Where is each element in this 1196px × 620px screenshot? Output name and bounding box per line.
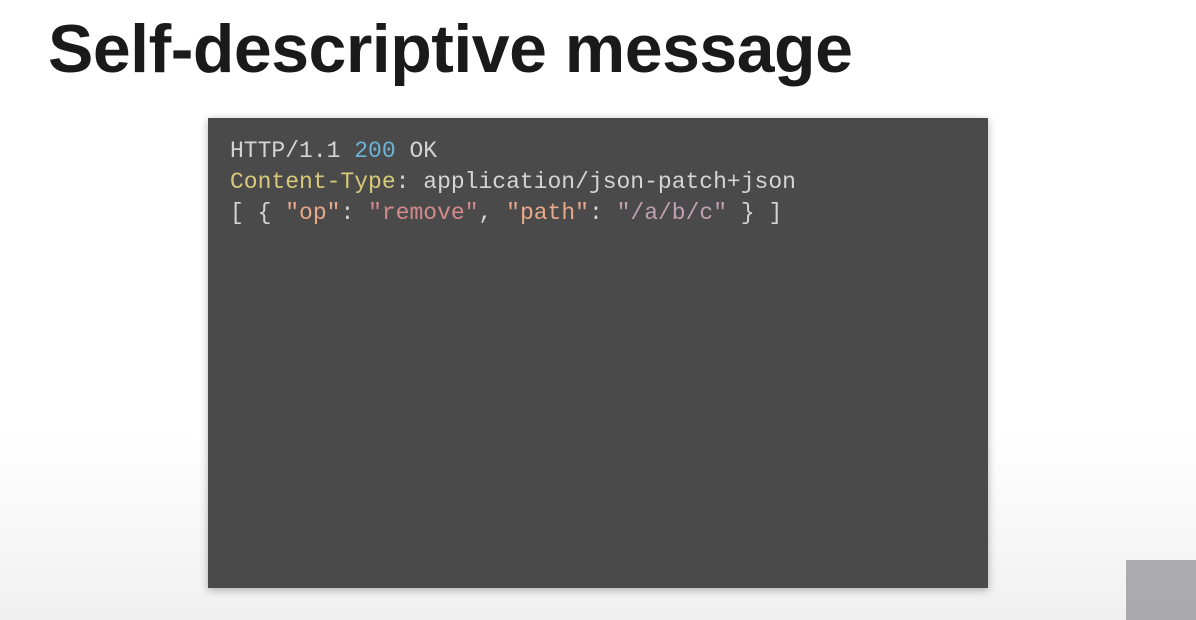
- code-line-body: [ { "op": "remove", "path": "/a/b/c" } ]: [230, 198, 966, 229]
- token-key-path: path: [520, 200, 575, 226]
- token-quote: ": [368, 200, 382, 226]
- token-comma: ,: [479, 200, 507, 226]
- token-colon: :: [396, 169, 410, 195]
- token-colon: :: [340, 200, 368, 226]
- code-line-header: Content-Type: application/json-patch+jso…: [230, 167, 966, 198]
- corner-decoration: [1126, 560, 1196, 620]
- token-value-remove: remove: [382, 200, 465, 226]
- token-quote: ": [465, 200, 479, 226]
- token-quote: ": [506, 200, 520, 226]
- token-status-text: OK: [409, 138, 437, 164]
- slide-title: Self-descriptive message: [0, 0, 1196, 88]
- token-quote: ": [285, 200, 299, 226]
- token-protocol: HTTP/1.1: [230, 138, 340, 164]
- token-close-bracket: } ]: [727, 200, 782, 226]
- token-key-op: op: [299, 200, 327, 226]
- token-value-path: /a/b/c: [630, 200, 713, 226]
- token-status-code: 200: [354, 138, 395, 164]
- token-quote: ": [617, 200, 631, 226]
- token-colon: :: [589, 200, 617, 226]
- token-open-bracket: [ {: [230, 200, 285, 226]
- token-header-value: application/json-patch+json: [423, 169, 796, 195]
- code-line-status: HTTP/1.1 200 OK: [230, 136, 966, 167]
- token-quote: ": [327, 200, 341, 226]
- token-quote: ": [575, 200, 589, 226]
- token-header-name: Content-Type: [230, 169, 396, 195]
- code-block: HTTP/1.1 200 OKContent-Type: application…: [208, 118, 988, 588]
- token-quote: ": [713, 200, 727, 226]
